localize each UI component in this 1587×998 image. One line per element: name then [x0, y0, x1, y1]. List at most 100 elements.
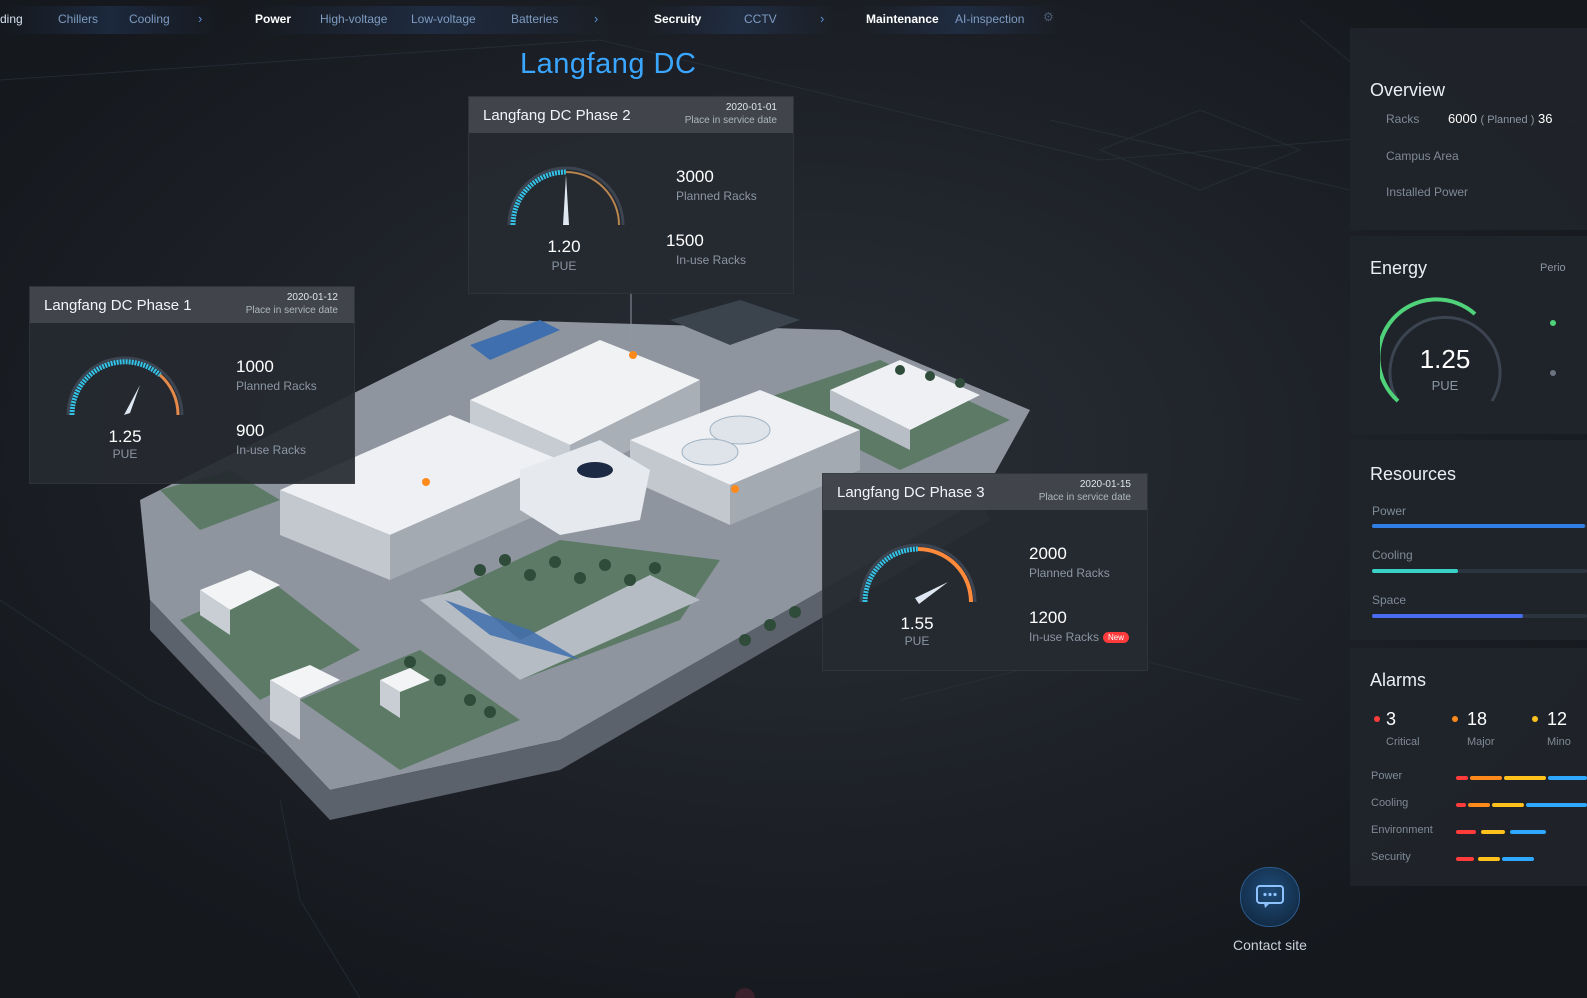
alarm-seg — [1510, 830, 1546, 834]
inuse-racks-label: In-use Racks — [676, 253, 747, 267]
service-date: 2020-01-01 — [725, 102, 777, 113]
alarms-panel: Alarms 3 Critical 18 Major 12 Mino Power… — [1350, 648, 1587, 886]
nav-group-label-maintenance[interactable]: Maintenance — [866, 12, 939, 26]
chat-icon — [1256, 885, 1284, 908]
critical-label: Critical — [1386, 736, 1420, 748]
pue-gauge — [507, 166, 625, 226]
nav-item-building[interactable]: ding — [0, 12, 23, 26]
campus-area-label: Campus Area — [1386, 149, 1459, 163]
service-date-label: Place in service date — [245, 305, 338, 316]
page-title: Langfang DC — [520, 48, 697, 80]
racks-label: Racks — [1386, 112, 1420, 126]
nav-group-label-security[interactable]: Secruity — [654, 12, 701, 26]
alarm-seg — [1470, 776, 1502, 780]
pue-gauge — [859, 543, 977, 604]
pue-gauge — [66, 356, 184, 416]
alarm-seg — [1492, 803, 1524, 807]
minor-label: Mino — [1547, 736, 1571, 748]
resource-bar-fill — [1372, 614, 1523, 618]
energy-title: Energy — [1370, 258, 1428, 278]
pue-label: PUE — [112, 447, 138, 461]
alarm-row-label: Cooling — [1371, 797, 1409, 809]
alarms-title: Alarms — [1370, 670, 1427, 690]
alarm-row-label: Power — [1371, 770, 1403, 782]
nav-item-ai-inspection[interactable]: AI-inspection — [955, 12, 1024, 26]
alarm-seg — [1468, 803, 1490, 807]
card-title: Langfang DC Phase 3 — [837, 484, 985, 501]
planned-racks-label: Planned Racks — [236, 379, 317, 393]
service-date-label: Place in service date — [684, 115, 777, 126]
alarm-seg — [1481, 830, 1505, 834]
resource-label-cooling: Cooling — [1372, 548, 1413, 562]
inuse-racks-label: In-use Racks — [236, 443, 307, 457]
card-title: Langfang DC Phase 2 — [483, 107, 631, 124]
racks-total: 6000 — [1448, 111, 1477, 126]
alarm-seg — [1478, 857, 1500, 861]
major-dot — [1452, 716, 1458, 722]
alarm-row-label: Security — [1371, 851, 1411, 863]
alarm-seg — [1526, 803, 1587, 807]
service-date-label: Place in service date — [1038, 492, 1131, 503]
phase-card[interactable]: Langfang DC Phase 3 2020-01-15 Place in … — [822, 473, 1148, 671]
racks-inuse: 36 — [1537, 111, 1553, 126]
critical-dot — [1374, 716, 1380, 722]
alarm-row-label: Environment — [1371, 824, 1433, 836]
planned-racks-value: 1000 — [236, 357, 274, 376]
planned-racks-label: Planned Racks — [676, 189, 757, 203]
card-title: Langfang DC Phase 1 — [44, 297, 192, 314]
resources-title: Resources — [1370, 464, 1457, 484]
overview-title: Overview — [1370, 80, 1446, 100]
phase-card[interactable]: Langfang DC Phase 2 2020-01-01 Place in … — [468, 96, 794, 294]
energy-pue-value: 1.25 — [1419, 344, 1471, 374]
energy-panel: Energy Perio 1.25 PUE — [1350, 236, 1587, 434]
chevron-right-icon[interactable]: › — [198, 11, 202, 26]
nav-item-cctv[interactable]: CCTV — [744, 12, 777, 26]
contact-site-label[interactable]: Contact site — [1230, 937, 1310, 953]
nav-group-label-power[interactable]: Power — [255, 12, 291, 26]
critical-count[interactable]: 3 — [1386, 709, 1396, 730]
alarm-seg — [1504, 776, 1546, 780]
pue-label: PUE — [551, 259, 577, 273]
minor-count[interactable]: 12 — [1547, 709, 1567, 730]
pue-value: 1.55 — [900, 614, 934, 633]
planned-racks-value: 2000 — [1029, 544, 1067, 563]
resource-label-power: Power — [1372, 504, 1407, 518]
major-label: Major — [1467, 736, 1495, 748]
inuse-racks-value: 1200 — [1029, 608, 1067, 627]
phase-card[interactable]: Langfang DC Phase 1 2020-01-12 Place in … — [29, 286, 355, 484]
nav-item-high-voltage[interactable]: High-voltage — [320, 12, 387, 26]
nav-item-batteries[interactable]: Batteries — [511, 12, 558, 26]
inuse-racks-value: 900 — [236, 421, 265, 440]
inuse-racks-value: 1500 — [666, 231, 704, 250]
energy-pue-label: PUE — [1431, 378, 1459, 393]
planned-racks-value: 3000 — [676, 167, 714, 186]
resource-bar-power — [1372, 524, 1587, 528]
alarm-seg — [1456, 857, 1474, 861]
major-count[interactable]: 18 — [1467, 709, 1487, 730]
nav-group-building — [0, 6, 220, 34]
top-navigation: ding Chillers Cooling › Power High-volta… — [0, 0, 1587, 40]
installed-power-label: Installed Power — [1386, 185, 1469, 199]
service-date: 2020-01-15 — [1079, 479, 1131, 490]
new-badge: New — [1103, 632, 1130, 644]
resource-bar-cooling — [1372, 569, 1587, 573]
contact-site-circle[interactable] — [1240, 867, 1300, 927]
planned-racks-label: Planned Racks — [1029, 566, 1110, 580]
pue-value: 1.20 — [547, 237, 581, 256]
service-date: 2020-01-12 — [286, 292, 338, 303]
racks-value: 6000 ( Planned ) 36 — [1448, 111, 1552, 126]
settings-icon[interactable]: ⚙ — [1043, 10, 1054, 24]
period-selector[interactable]: Perio — [1540, 262, 1566, 274]
pue-label: PUE — [904, 634, 930, 648]
overview-panel: Overview Racks 6000 ( Planned ) 36 Campu… — [1350, 28, 1587, 230]
chevron-right-icon[interactable]: › — [820, 11, 824, 26]
resources-panel: Resources Power Cooling Space — [1350, 440, 1587, 640]
alarm-seg — [1456, 776, 1468, 780]
minor-dot — [1532, 716, 1538, 722]
alarm-seg — [1502, 857, 1534, 861]
contact-site-button[interactable]: Contact site — [1230, 867, 1310, 953]
nav-item-cooling[interactable]: Cooling — [129, 12, 170, 26]
nav-item-chillers[interactable]: Chillers — [58, 12, 98, 26]
nav-item-low-voltage[interactable]: Low-voltage — [411, 12, 476, 26]
chevron-right-icon[interactable]: › — [594, 11, 598, 26]
